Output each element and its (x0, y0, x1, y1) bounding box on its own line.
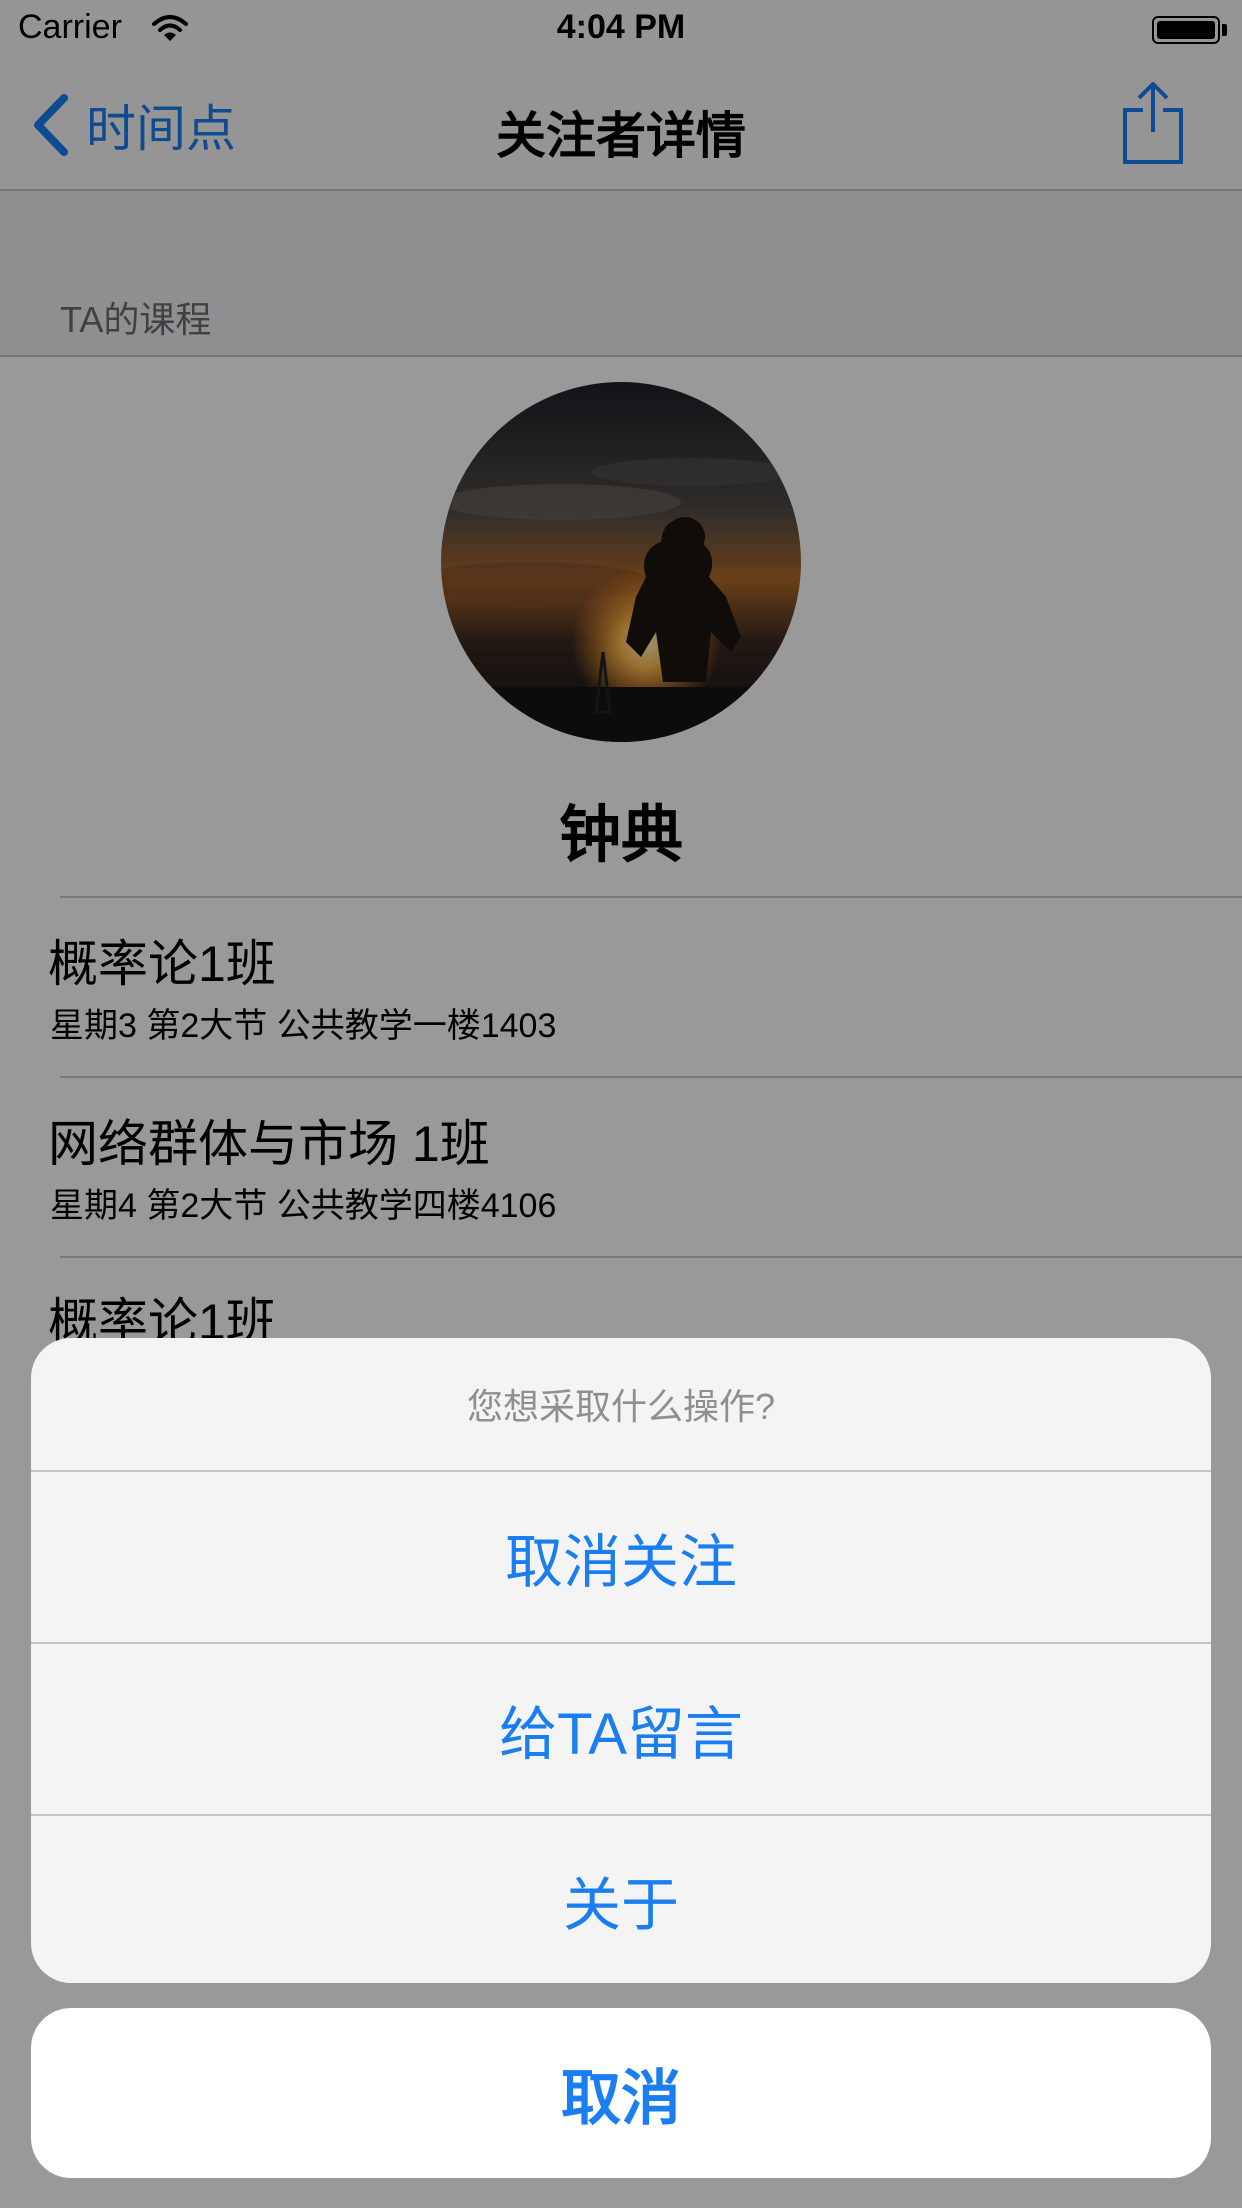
action-sheet-title: 您想采取什么操作? (466, 1386, 776, 1427)
unfollow-button[interactable]: 取消关注 (31, 1472, 1211, 1642)
about-button[interactable]: 关于 (31, 1816, 1211, 1983)
leave-message-button[interactable]: 给TA留言 (31, 1644, 1211, 1814)
screen: Carrier 4:04 PM 时间点 关注者详情 TA的课程 钟典 概率论1班… (0, 0, 1242, 2208)
cancel-button[interactable]: 取消 (31, 2008, 1211, 2178)
action-sheet: 您想采取什么操作? 取消关注 给TA留言 关于 (31, 1338, 1211, 1983)
